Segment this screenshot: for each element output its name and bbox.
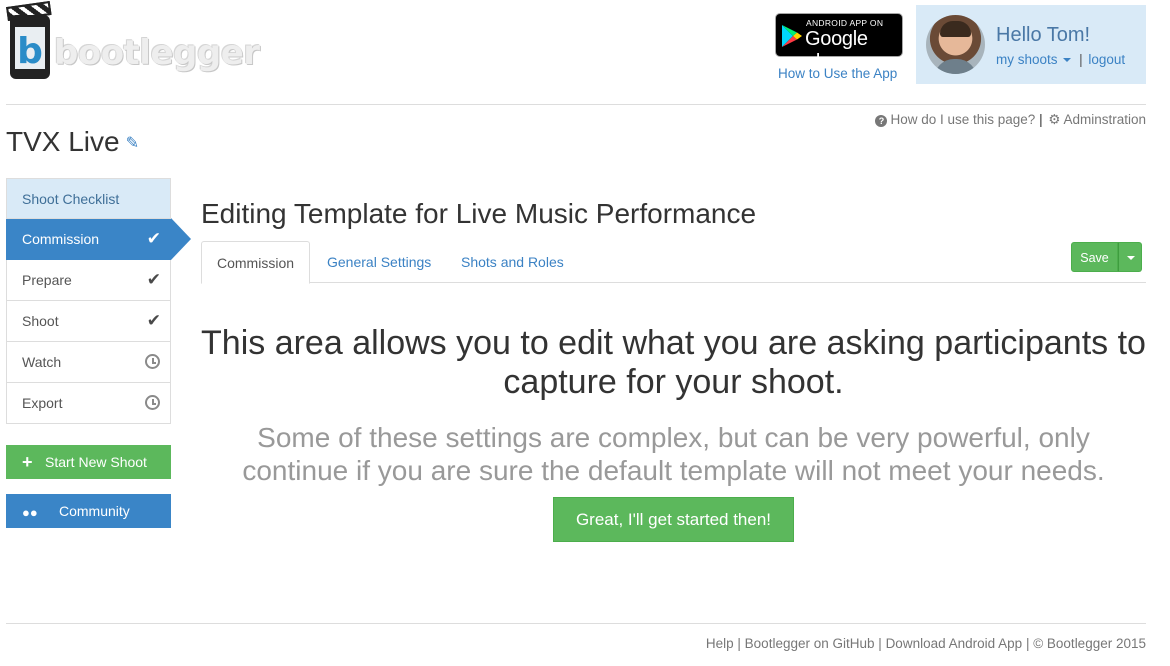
step-prepare[interactable]: Prepare ✔	[6, 260, 171, 301]
step-label: Shoot Checklist	[22, 191, 120, 207]
page-title: TVX Live ✎	[6, 126, 139, 158]
clock-icon	[145, 395, 160, 410]
footer-android-link[interactable]: Download Android App	[886, 636, 1023, 651]
logout-link[interactable]: logout	[1088, 52, 1125, 67]
bootlegger-logo[interactable]: b bootlegger	[6, 1, 260, 83]
plus-icon: +	[22, 452, 33, 472]
help-bar: ? How do I use this page? | ⚙ Adminstratio…	[875, 112, 1146, 128]
intro-warning: Some of these settings are complex, but …	[242, 422, 1105, 486]
google-play-badge[interactable]: ANDROID APP ON Google play	[775, 13, 903, 73]
gear-icon: ⚙	[1048, 112, 1061, 127]
administration-label: Adminstration	[1063, 112, 1146, 127]
save-button[interactable]: Save	[1071, 242, 1118, 272]
user-panel: Hello Tom! my shoots | logout	[916, 5, 1146, 84]
divider: |	[1039, 112, 1043, 127]
how-to-use-app-link[interactable]: How to Use the App	[778, 66, 897, 81]
button-label: Start New Shoot	[45, 454, 147, 470]
tab-general-settings[interactable]: General Settings	[312, 241, 446, 283]
editor-title: Editing Template for Live Music Performa…	[201, 198, 757, 229]
save-button-group: Save	[1071, 242, 1142, 272]
caret-down-icon	[1063, 58, 1072, 63]
copyright: © Bootlegger 2015	[1033, 636, 1146, 651]
footer-divider	[6, 623, 1146, 624]
clock-icon	[145, 354, 160, 369]
start-new-shoot-button[interactable]: + Start New Shoot	[6, 445, 171, 479]
save-dropdown-toggle[interactable]	[1118, 242, 1142, 272]
user-links: my shoots | logout	[996, 52, 1125, 67]
divider: |	[1079, 52, 1083, 67]
intro-lead: This area allows you to edit what you ar…	[201, 324, 1146, 401]
tab-commission[interactable]: Commission	[201, 241, 311, 284]
question-circle-icon: ?	[875, 115, 888, 127]
logo-letter: b	[17, 31, 43, 72]
divider: |	[1025, 636, 1030, 651]
step-label: Prepare	[22, 272, 72, 288]
divider: |	[737, 636, 741, 651]
step-shoot-checklist[interactable]: Shoot Checklist	[6, 178, 171, 219]
step-commission[interactable]: Commission ✔	[6, 218, 191, 260]
footer: Help | Bootlegger on GitHub | Download A…	[706, 636, 1146, 651]
get-started-button[interactable]: Great, I'll get started then!	[553, 497, 794, 542]
my-shoots-link[interactable]: my shoots	[996, 52, 1073, 67]
community-button[interactable]: ●● Community	[6, 494, 171, 528]
tab-shots-and-roles[interactable]: Shots and Roles	[446, 241, 579, 283]
my-shoots-label: my shoots	[996, 52, 1058, 67]
pencil-icon[interactable]: ✎	[126, 135, 139, 152]
step-label: Commission	[22, 231, 100, 247]
footer-github-link[interactable]: Bootlegger on GitHub	[745, 636, 875, 651]
button-label: Community	[59, 503, 130, 519]
badge-small-text: ANDROID APP ON	[806, 18, 884, 28]
users-icon: ●●	[22, 505, 38, 520]
header-divider	[6, 104, 1146, 105]
help-link[interactable]: ? How do I use this page?	[875, 112, 1039, 127]
step-label: Watch	[22, 354, 62, 370]
logo-wordmark: bootlegger	[54, 33, 260, 73]
shoot-steps-nav: Shoot Checklist Commission ✔ Prepare ✔ S…	[6, 178, 191, 424]
step-label: Export	[22, 395, 63, 411]
caret-down-icon	[1127, 256, 1135, 260]
google-play-icon	[782, 25, 802, 47]
editor-tabs: Commission General Settings Shots and Ro…	[201, 241, 1146, 284]
step-label: Shoot	[22, 313, 59, 329]
avatar	[926, 15, 985, 74]
greeting: Hello Tom!	[996, 24, 1091, 46]
step-shoot[interactable]: Shoot ✔	[6, 301, 171, 342]
check-icon: ✔	[146, 270, 161, 289]
check-icon: ✔	[146, 229, 161, 248]
step-export[interactable]: Export	[6, 383, 171, 424]
administration-link[interactable]: ⚙ Adminstration	[1046, 112, 1146, 127]
help-link-label: How do I use this page?	[890, 112, 1036, 127]
divider: |	[878, 636, 882, 651]
footer-help-link[interactable]: Help	[706, 636, 734, 651]
check-icon: ✔	[146, 311, 161, 330]
step-watch[interactable]: Watch	[6, 342, 171, 383]
shoot-name: TVX Live	[6, 126, 120, 157]
